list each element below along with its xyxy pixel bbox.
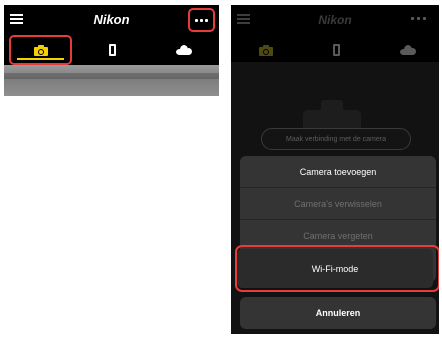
more-options-button[interactable] (188, 8, 215, 32)
smartphone-icon (108, 44, 116, 56)
active-tab-indicator (17, 58, 64, 60)
tab-camera[interactable] (241, 35, 291, 65)
cloud-icon (176, 45, 192, 55)
tab-bar (4, 35, 219, 65)
smartphone-icon (332, 44, 340, 56)
camera-icon (259, 44, 273, 56)
left-app-screen: Nikon (4, 5, 219, 96)
app-title: Nikon (318, 13, 352, 27)
tab-cloud[interactable] (391, 35, 425, 65)
more-options-icon (195, 18, 198, 22)
camera-icon (33, 44, 48, 56)
cloud-icon (400, 45, 416, 55)
switch-cameras-option: Camera's verwisselen (294, 198, 382, 209)
highlight-frame (235, 245, 439, 292)
more-options-icon[interactable] (411, 17, 426, 20)
tab-camera[interactable] (9, 35, 72, 65)
add-camera-option[interactable]: Camera toevoegen (240, 156, 436, 187)
connect-camera-button: Maak verbinding met de camera (261, 128, 411, 150)
top-bar: Nikon (4, 5, 219, 35)
tab-smartphone[interactable] (92, 35, 132, 65)
right-app-screen: Nikon Maak verbinding met de camera Came… (231, 5, 439, 334)
app-title: Nikon (93, 12, 130, 27)
tab-smartphone[interactable] (319, 35, 353, 65)
tab-bar (231, 35, 439, 65)
tab-cloud[interactable] (164, 35, 204, 65)
cancel-button[interactable]: Annuleren (240, 297, 436, 329)
camera-live-view-image (4, 65, 219, 96)
